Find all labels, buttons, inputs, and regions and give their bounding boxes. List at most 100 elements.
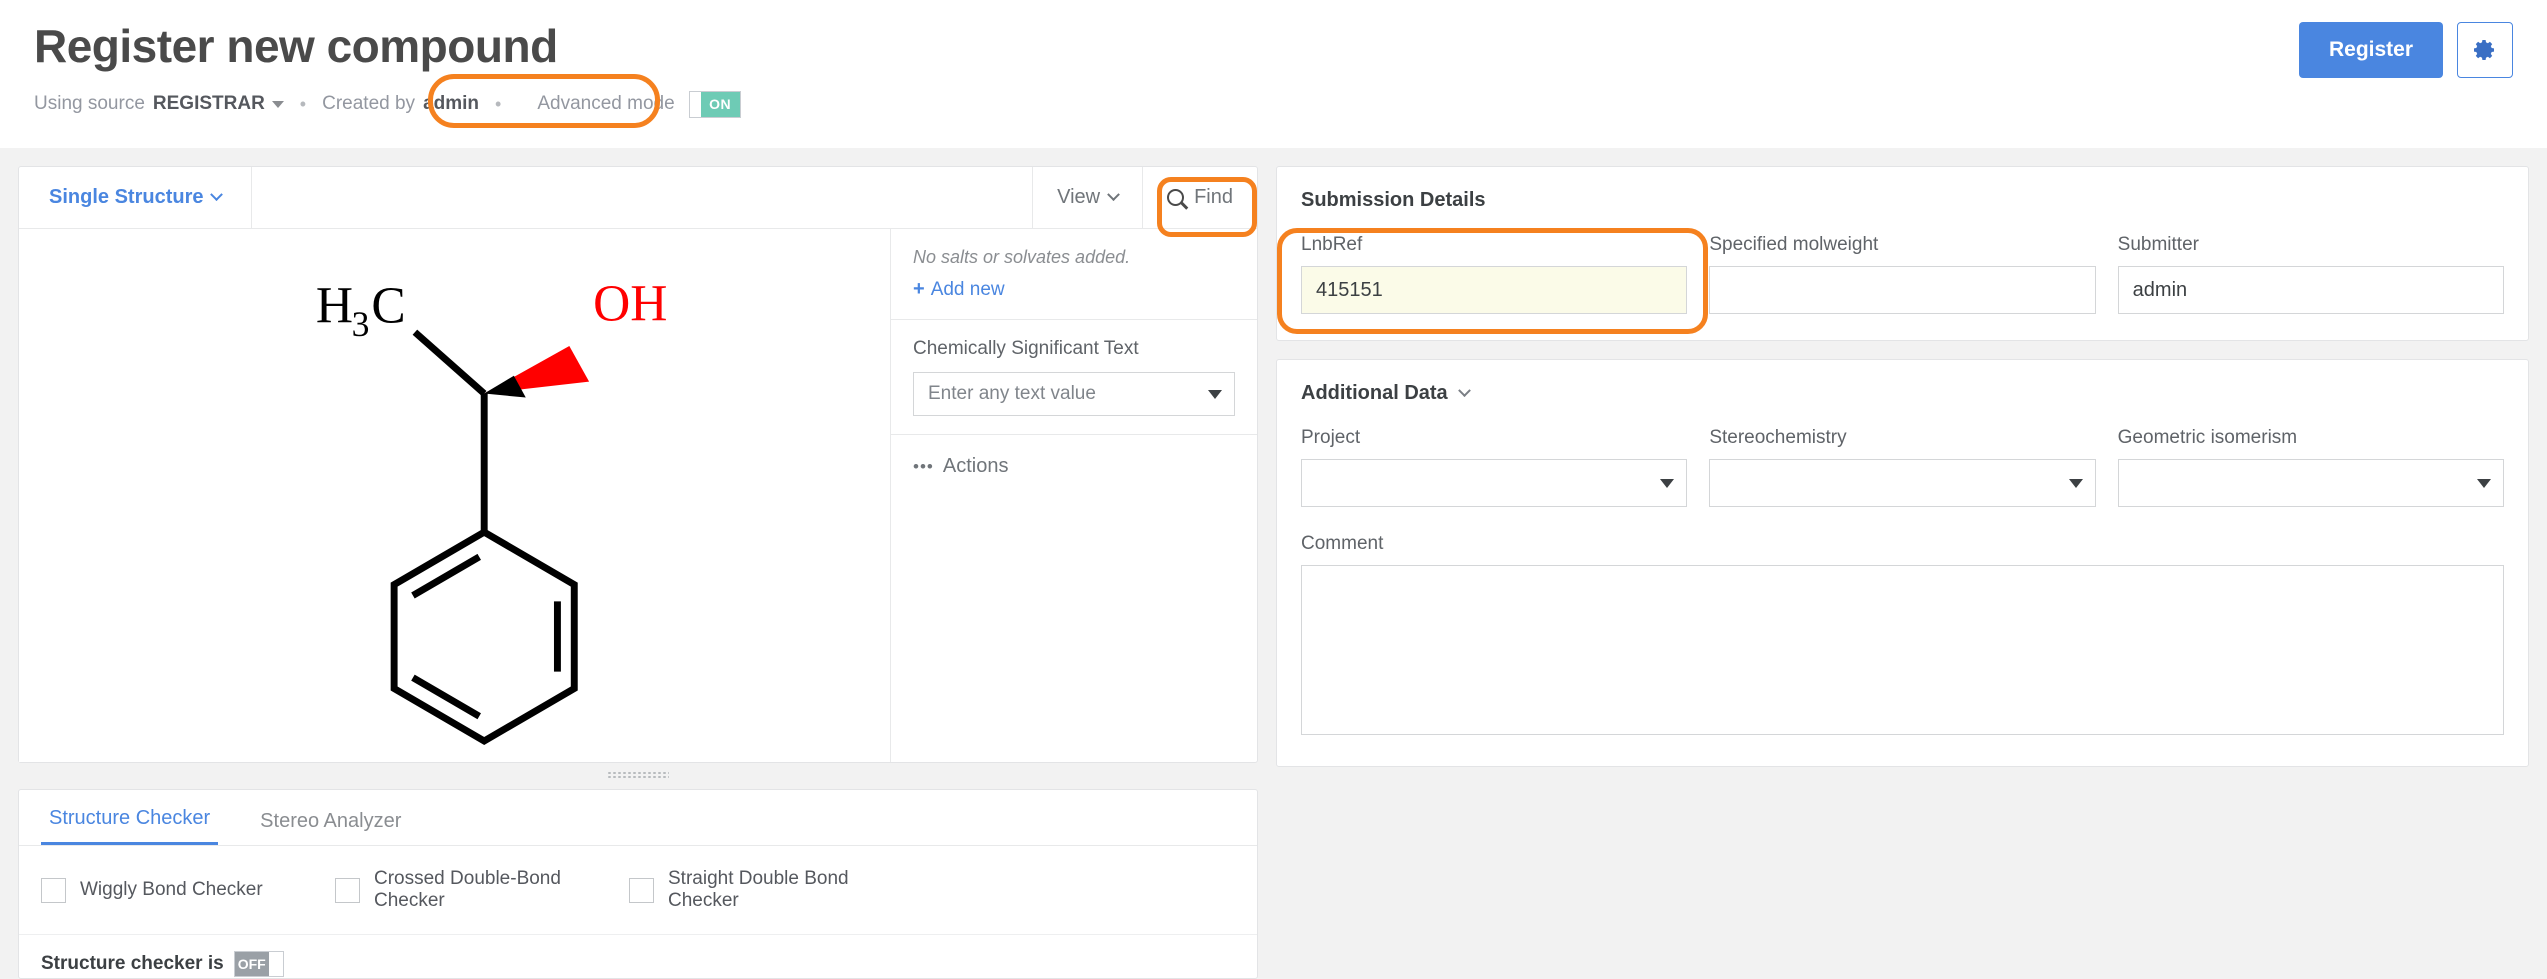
salts-solvates-note: No salts or solvates added. bbox=[913, 247, 1235, 268]
view-menu-button[interactable]: View bbox=[1032, 167, 1142, 228]
toolbar-spacer bbox=[252, 167, 1032, 228]
chevron-down-icon bbox=[211, 188, 224, 201]
specified-molweight-input[interactable] bbox=[1709, 266, 2095, 314]
project-select[interactable] bbox=[1301, 459, 1687, 507]
geometric-isomerism-select[interactable] bbox=[2118, 459, 2504, 507]
stereochemistry-label: Stereochemistry bbox=[1709, 427, 2095, 449]
editor-toolbar: Single Structure View Find bbox=[19, 167, 1257, 229]
checker-tabs: Structure Checker Stereo Analyzer bbox=[19, 790, 1257, 846]
view-menu-label: View bbox=[1057, 186, 1100, 209]
additional-selects-row: Project Stereochemistry Geometric isomer… bbox=[1301, 427, 2504, 507]
source-dropdown-value[interactable]: REGISTRAR bbox=[153, 93, 265, 115]
checkbox-icon[interactable] bbox=[629, 878, 654, 903]
svg-text:OH: OH bbox=[593, 275, 667, 332]
page-body: Single Structure View Find H bbox=[0, 148, 2547, 979]
structure-checker-card: Structure Checker Stereo Analyzer Wiggly… bbox=[18, 789, 1258, 979]
add-new-label: Add new bbox=[931, 279, 1005, 301]
created-by-value: admin bbox=[423, 93, 479, 115]
separator-dot: • bbox=[300, 94, 306, 115]
cst-label: Chemically Significant Text bbox=[913, 338, 1235, 360]
lnbref-label: LnbRef bbox=[1301, 234, 1687, 256]
checkbox-icon[interactable] bbox=[41, 878, 66, 903]
project-label: Project bbox=[1301, 427, 1687, 449]
chevron-down-icon bbox=[2477, 479, 2491, 488]
gear-icon bbox=[2473, 38, 2497, 62]
panel-resize-handle[interactable] bbox=[18, 763, 1258, 785]
page-subtitle: Using source REGISTRAR • Created by admi… bbox=[34, 85, 2513, 124]
field-project: Project bbox=[1301, 427, 1687, 507]
checkbox-label: Wiggly Bond Checker bbox=[80, 879, 263, 901]
drag-dots-icon bbox=[607, 771, 669, 778]
tab-stereo-analyzer[interactable]: Stereo Analyzer bbox=[252, 810, 409, 845]
lnbref-input[interactable] bbox=[1301, 266, 1687, 314]
stereochemistry-select[interactable] bbox=[1709, 459, 2095, 507]
advanced-mode-control[interactable]: Advanced mode ON bbox=[527, 85, 750, 124]
actions-label: Actions bbox=[943, 455, 1009, 478]
created-by-label: Created by bbox=[322, 93, 415, 115]
geometric-isomerism-label: Geometric isomerism bbox=[2118, 427, 2504, 449]
structure-checker-toggle-state: OFF bbox=[235, 952, 269, 976]
field-geometric-isomerism: Geometric isomerism bbox=[2118, 427, 2504, 507]
checkbox-icon[interactable] bbox=[335, 878, 360, 903]
field-specified-molweight: Specified molweight bbox=[1709, 234, 2095, 314]
submission-details-title: Submission Details bbox=[1301, 189, 2504, 212]
find-button[interactable]: Find bbox=[1142, 167, 1257, 228]
separator-dot-2: • bbox=[495, 94, 501, 115]
register-button[interactable]: Register bbox=[2299, 22, 2443, 78]
editor-side-panel: No salts or solvates added. + Add new Ch… bbox=[891, 229, 1257, 762]
chevron-down-icon bbox=[1107, 188, 1120, 201]
using-source-label: Using source bbox=[34, 93, 145, 115]
editor-main: H 3 C OH bbox=[19, 229, 1257, 762]
tab-structure-checker[interactable]: Structure Checker bbox=[41, 807, 218, 845]
field-submitter: Submitter bbox=[2118, 234, 2504, 314]
svg-text:3: 3 bbox=[352, 304, 370, 344]
salts-solvates-block: No salts or solvates added. + Add new bbox=[891, 229, 1257, 320]
advanced-mode-toggle[interactable]: ON bbox=[689, 91, 741, 118]
comment-textarea[interactable] bbox=[1301, 565, 2504, 735]
chevron-down-icon bbox=[1208, 390, 1222, 399]
chevron-down-icon[interactable] bbox=[272, 101, 284, 108]
advanced-mode-toggle-state: ON bbox=[701, 92, 740, 117]
checkbox-straight-double-bond-checker[interactable]: Straight Double Bond Checker bbox=[629, 868, 923, 912]
settings-button[interactable] bbox=[2457, 22, 2513, 78]
checkbox-label: Crossed Double-Bond Checker bbox=[374, 868, 629, 912]
right-column: Submission Details LnbRef Specified molw… bbox=[1276, 166, 2529, 767]
add-new-salt-button[interactable]: + Add new bbox=[913, 278, 1005, 301]
advanced-mode-label: Advanced mode bbox=[537, 93, 674, 115]
page-title: Register new compound bbox=[34, 0, 2513, 73]
chevron-down-icon bbox=[1458, 384, 1471, 397]
checkbox-label: Straight Double Bond Checker bbox=[668, 868, 923, 912]
cst-value: Enter any text value bbox=[928, 383, 1208, 405]
comment-field: Comment bbox=[1301, 533, 2504, 740]
actions-menu[interactable]: ••• Actions bbox=[891, 435, 1257, 498]
left-column: Single Structure View Find H bbox=[18, 166, 1258, 979]
structure-checker-state-label: Structure checker is bbox=[41, 953, 224, 975]
additional-data-title[interactable]: Additional Data bbox=[1301, 382, 2504, 405]
structure-checker-toggle[interactable]: OFF bbox=[234, 951, 284, 977]
structure-canvas[interactable]: H 3 C OH bbox=[19, 229, 891, 762]
plus-icon: + bbox=[913, 278, 925, 301]
submitter-label: Submitter bbox=[2118, 234, 2504, 256]
molecule-drawing: H 3 C OH bbox=[19, 229, 890, 762]
single-structure-tab-label: Single Structure bbox=[49, 186, 203, 209]
single-structure-tab[interactable]: Single Structure bbox=[19, 167, 252, 228]
additional-data-card: Additional Data Project Stereochemistry bbox=[1276, 359, 2529, 767]
field-lnbref: LnbRef bbox=[1301, 234, 1687, 314]
svg-text:C: C bbox=[371, 277, 405, 334]
additional-data-title-label: Additional Data bbox=[1301, 382, 1448, 405]
submission-details-card: Submission Details LnbRef Specified molw… bbox=[1276, 166, 2529, 341]
comment-label: Comment bbox=[1301, 533, 2504, 555]
checker-options-row: Wiggly Bond Checker Crossed Double-Bond … bbox=[19, 846, 1257, 935]
chemically-significant-text-block: Chemically Significant Text Enter any te… bbox=[891, 320, 1257, 435]
ellipsis-icon: ••• bbox=[913, 457, 934, 477]
find-button-label: Find bbox=[1194, 186, 1233, 209]
header-actions: Register bbox=[2299, 22, 2513, 78]
checkbox-wiggly-bond-checker[interactable]: Wiggly Bond Checker bbox=[41, 878, 335, 903]
field-stereochemistry: Stereochemistry bbox=[1709, 427, 2095, 507]
toggle-knob bbox=[690, 92, 701, 117]
checkbox-crossed-double-bond-checker[interactable]: Crossed Double-Bond Checker bbox=[335, 868, 629, 912]
cst-input[interactable]: Enter any text value bbox=[913, 372, 1235, 416]
structure-editor-card: Single Structure View Find H bbox=[18, 166, 1258, 763]
submitter-input[interactable] bbox=[2118, 266, 2504, 314]
page-header: Register new compound Using source REGIS… bbox=[0, 0, 2547, 148]
